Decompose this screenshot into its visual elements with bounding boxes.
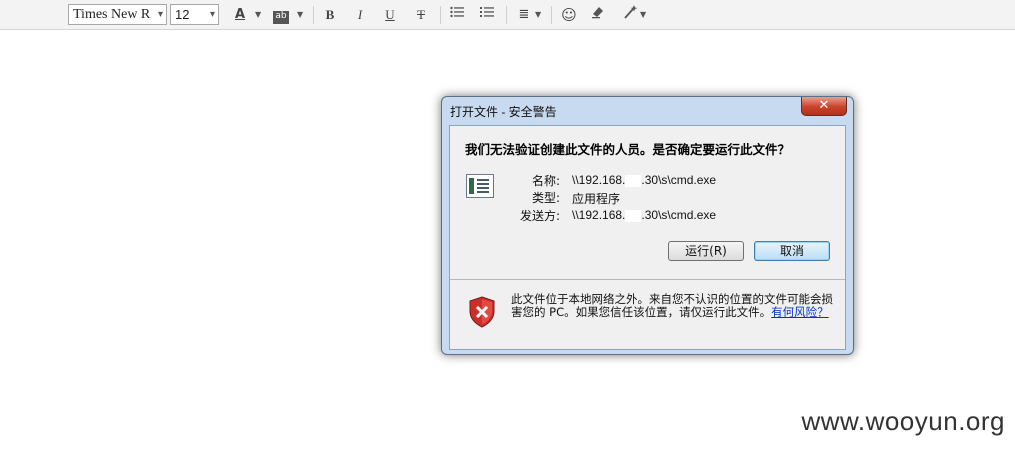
magic-wand-button[interactable] — [620, 5, 642, 25]
font-size-select[interactable]: 12 ▾ — [170, 4, 219, 25]
name-value: \\192.168. .30\s\cmd.exe — [572, 173, 717, 187]
close-icon: ✕ — [818, 98, 830, 113]
underline-button[interactable]: U — [379, 5, 401, 25]
highlight-color-button[interactable]: ab — [270, 5, 292, 25]
publisher-value: \\192.168. .30\s\cmd.exe — [572, 208, 717, 222]
name-label: 名称: — [531, 174, 560, 188]
numbered-list-icon — [480, 7, 494, 17]
type-value: 应用程序 — [572, 192, 621, 206]
eraser-icon — [592, 7, 603, 19]
numbered-list-button[interactable] — [476, 5, 498, 25]
redaction-mask — [625, 209, 642, 222]
font-color-icon: A — [234, 7, 246, 22]
run-button[interactable]: 运行(R) — [668, 241, 744, 261]
close-button[interactable]: ✕ — [801, 97, 847, 116]
editor-toolbar: Times New R ▾ 12 ▾ A ▼ ab ▼ B I U T ≣ ▼ … — [0, 0, 1015, 30]
warning-message: 此文件位于本地网络之外。来自您不认识的位置的文件可能会损害您的 PC。如果您信任… — [511, 292, 833, 319]
chevron-down-icon[interactable]: ▼ — [297, 5, 303, 25]
bold-button[interactable]: B — [319, 5, 341, 25]
chevron-down-icon: ▾ — [209, 9, 215, 20]
dialog-body: 我们无法验证创建此文件的人员。是否确定要运行此文件？ 名称: \\192.168… — [449, 125, 846, 350]
strikethrough-icon: T — [417, 7, 425, 22]
bold-icon: B — [325, 7, 335, 22]
section-divider — [450, 279, 845, 280]
chevron-down-icon[interactable]: ▼ — [255, 5, 261, 25]
emoji-button[interactable]: ☺ — [558, 5, 580, 25]
font-color-button[interactable]: A — [229, 5, 251, 25]
font-size-value: 12 — [175, 7, 190, 22]
toolbar-divider — [551, 6, 552, 24]
cancel-button[interactable]: 取消 — [754, 241, 830, 261]
bullet-list-button[interactable] — [446, 5, 468, 25]
italic-icon: I — [357, 7, 363, 22]
watermark: www.wooyun.org — [801, 406, 1005, 436]
highlight-icon: ab — [273, 11, 289, 24]
chevron-down-icon[interactable]: ▼ — [640, 5, 646, 25]
publisher-label: 发送方: — [519, 209, 560, 223]
align-icon: ≣ — [518, 7, 530, 22]
strikethrough-button[interactable]: T — [410, 5, 432, 25]
font-family-select[interactable]: Times New R ▾ — [68, 4, 167, 25]
dialog-title: 打开文件 - 安全警告 — [450, 105, 557, 119]
type-label: 类型: — [531, 191, 560, 205]
risk-link[interactable]: 有何风险？ — [771, 305, 829, 319]
clear-format-button[interactable] — [587, 5, 609, 25]
magic-wand-icon — [624, 5, 638, 19]
align-button[interactable]: ≣ — [513, 5, 535, 25]
redaction-mask — [625, 174, 642, 187]
chevron-down-icon: ▾ — [157, 9, 163, 20]
font-family-value: Times New R — [73, 7, 151, 22]
toolbar-divider — [440, 6, 441, 24]
bullet-list-icon — [450, 6, 464, 18]
toolbar-divider — [313, 6, 314, 24]
smiley-icon: ☺ — [561, 6, 577, 24]
toolbar-divider — [506, 6, 507, 24]
underline-icon: U — [385, 7, 395, 22]
security-warning-dialog: 打开文件 - 安全警告 ✕ 我们无法验证创建此文件的人员。是否确定要运行此文件？… — [441, 96, 854, 355]
shield-error-icon — [469, 296, 495, 328]
italic-button[interactable]: I — [349, 5, 371, 25]
warning-question: 我们无法验证创建此文件的人员。是否确定要运行此文件？ — [465, 142, 791, 157]
chevron-down-icon[interactable]: ▼ — [535, 5, 541, 25]
